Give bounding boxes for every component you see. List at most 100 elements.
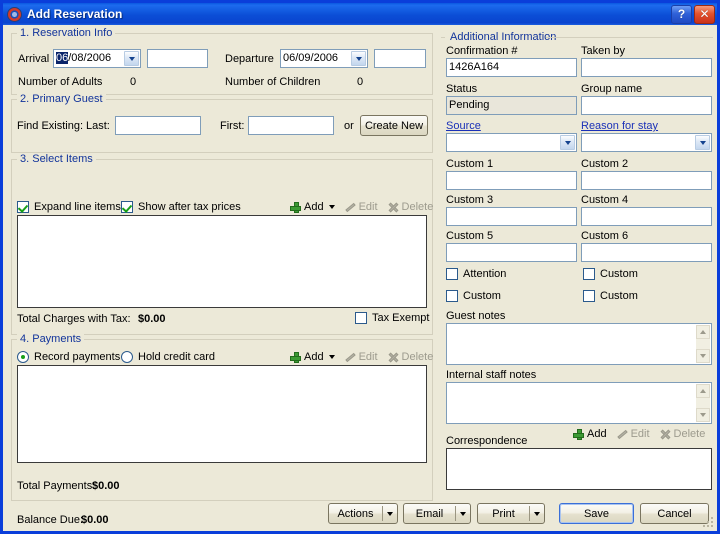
- number-of-children-value: 0: [357, 76, 364, 88]
- confirmation-number-input[interactable]: 1426A164: [446, 58, 577, 77]
- window-title: Add Reservation: [27, 7, 123, 21]
- taken-by-label: Taken by: [581, 45, 626, 57]
- first-name-input[interactable]: [248, 116, 334, 135]
- correspondence-add-button[interactable]: Add: [573, 428, 607, 440]
- balance-due-label: Balance Due:: [17, 514, 84, 526]
- payments-list[interactable]: [17, 365, 427, 463]
- correspondence-label: Correspondence: [446, 435, 528, 447]
- cancel-button[interactable]: Cancel: [640, 503, 709, 524]
- departure-date-input[interactable]: 06/09/2006: [280, 49, 368, 68]
- radio-icon: [121, 351, 133, 363]
- custom-checkbox-1[interactable]: Custom: [583, 268, 638, 280]
- plus-icon: [290, 201, 301, 213]
- correspondence-add-label: Add: [587, 428, 607, 440]
- chevron-down-icon[interactable]: [328, 205, 335, 209]
- custom-3-input[interactable]: [446, 207, 577, 226]
- items-delete-button[interactable]: Delete: [388, 201, 434, 213]
- chevron-down-icon[interactable]: [560, 135, 575, 150]
- tax-exempt-checkbox[interactable]: Tax Exempt: [355, 312, 429, 324]
- custom-6-input[interactable]: [581, 243, 712, 262]
- correspondence-list[interactable]: [446, 448, 712, 490]
- last-name-input[interactable]: [115, 116, 201, 135]
- custom-checkbox-2[interactable]: Custom: [446, 290, 501, 302]
- actions-button[interactable]: Actions: [328, 503, 398, 524]
- scroll-down-icon[interactable]: [696, 349, 710, 363]
- arrival-date-rest: /08/2006: [68, 52, 112, 64]
- internal-staff-notes-textarea[interactable]: [446, 382, 712, 424]
- items-add-button[interactable]: Add: [290, 201, 335, 213]
- custom-4-input[interactable]: [581, 207, 712, 226]
- title-bar: Add Reservation ? ✕: [3, 3, 717, 25]
- show-after-tax-prices-label: Show after tax prices: [138, 201, 241, 213]
- resize-grip[interactable]: [703, 517, 715, 529]
- correspondence-edit-button[interactable]: Edit: [617, 428, 650, 440]
- expand-line-items-checkbox[interactable]: Expand line items: [17, 201, 121, 213]
- custom-5-input[interactable]: [446, 243, 577, 262]
- taken-by-input[interactable]: [581, 58, 712, 77]
- custom-1-input[interactable]: [446, 171, 577, 190]
- payments-legend: 4. Payments: [17, 333, 85, 345]
- record-payments-label: Record payments: [34, 351, 121, 363]
- source-dropdown[interactable]: [446, 133, 577, 152]
- checkbox-icon: [446, 290, 458, 302]
- payments-edit-label: Edit: [358, 351, 378, 363]
- print-button-label: Print: [492, 507, 515, 520]
- email-button[interactable]: Email: [403, 503, 471, 524]
- payments-delete-button[interactable]: Delete: [388, 351, 434, 363]
- number-of-children-label: Number of Children: [225, 76, 321, 88]
- group-name-input[interactable]: [581, 96, 712, 115]
- attention-label: Attention: [463, 268, 507, 280]
- guest-notes-scrollbar[interactable]: [696, 325, 710, 363]
- radio-icon: [17, 351, 29, 363]
- chevron-down-icon[interactable]: [383, 504, 397, 523]
- reason-for-stay-link[interactable]: Reason for stay: [581, 120, 658, 132]
- custom-checkbox-3[interactable]: Custom: [583, 290, 638, 302]
- select-items-list[interactable]: [17, 215, 427, 308]
- items-delete-label: Delete: [401, 201, 434, 213]
- scroll-up-icon[interactable]: [696, 325, 710, 339]
- show-after-tax-prices-checkbox[interactable]: Show after tax prices: [121, 201, 241, 213]
- select-items-legend: 3. Select Items: [17, 153, 96, 165]
- payments-add-button[interactable]: Add: [290, 351, 335, 363]
- balance-due-value: $0.00: [81, 514, 109, 526]
- custom-checkbox-2-label: Custom: [463, 290, 501, 302]
- checkbox-icon: [355, 312, 367, 324]
- departure-time-input[interactable]: [374, 49, 426, 68]
- payments-add-label: Add: [304, 351, 324, 363]
- pencil-icon: [345, 352, 356, 363]
- chevron-down-icon[interactable]: [351, 51, 366, 66]
- payments-edit-button[interactable]: Edit: [345, 351, 378, 363]
- items-edit-label: Edit: [358, 201, 378, 213]
- correspondence-toolbar: Add Edit Delete: [573, 428, 705, 440]
- help-button[interactable]: ?: [671, 4, 692, 24]
- reason-for-stay-dropdown[interactable]: [581, 133, 712, 152]
- create-new-button[interactable]: Create New: [360, 115, 428, 136]
- close-button[interactable]: ✕: [694, 4, 715, 24]
- arrival-date-input[interactable]: 06/08/2006: [53, 49, 141, 68]
- chevron-down-icon[interactable]: [695, 135, 710, 150]
- departure-date-value: 06/09/2006: [283, 52, 339, 64]
- first-name-label: First:: [220, 120, 245, 132]
- internal-staff-notes-scrollbar[interactable]: [696, 384, 710, 422]
- hold-credit-card-radio[interactable]: Hold credit card: [121, 351, 215, 363]
- attention-checkbox[interactable]: Attention: [446, 268, 506, 280]
- print-button[interactable]: Print: [477, 503, 545, 524]
- chevron-down-icon[interactable]: [124, 51, 139, 66]
- arrival-time-input[interactable]: [147, 49, 208, 68]
- guest-notes-textarea[interactable]: [446, 323, 712, 365]
- plus-icon: [290, 351, 301, 363]
- chevron-down-icon[interactable]: [328, 355, 335, 359]
- chevron-down-icon[interactable]: [530, 504, 544, 523]
- correspondence-delete-button[interactable]: Delete: [660, 428, 706, 440]
- chevron-down-icon[interactable]: [456, 504, 470, 523]
- scroll-up-icon[interactable]: [696, 384, 710, 398]
- custom-2-input[interactable]: [581, 171, 712, 190]
- total-payments-label: Total Payments:: [17, 480, 96, 492]
- scroll-down-icon[interactable]: [696, 408, 710, 422]
- delete-x-icon: [388, 352, 399, 363]
- save-button[interactable]: Save: [559, 503, 634, 524]
- source-link[interactable]: Source: [446, 120, 481, 132]
- items-edit-button[interactable]: Edit: [345, 201, 378, 213]
- custom-3-label: Custom 3: [446, 194, 494, 206]
- record-payments-radio[interactable]: Record payments: [17, 351, 120, 363]
